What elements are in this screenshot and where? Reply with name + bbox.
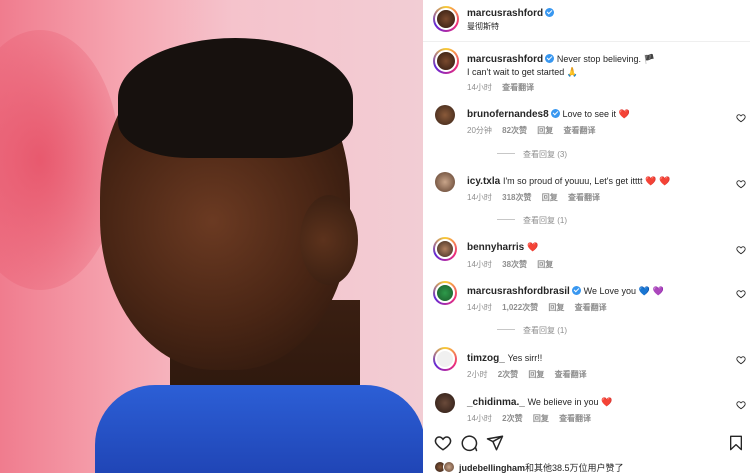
comment-likes[interactable]: 318次赞 bbox=[502, 193, 531, 202]
comment-reply-button[interactable]: 回复 bbox=[548, 303, 564, 312]
like-comment-heart-icon[interactable] bbox=[736, 179, 746, 189]
comment-avatar[interactable] bbox=[433, 347, 457, 371]
post-photo[interactable] bbox=[0, 0, 423, 473]
author-avatar[interactable] bbox=[433, 6, 459, 32]
comment-row: bennyharris ❤️ bbox=[467, 242, 538, 253]
like-comment-heart-icon[interactable] bbox=[736, 355, 746, 365]
comment-likes[interactable]: 2次赞 bbox=[502, 414, 522, 423]
comment-meta: 14小时 2次赞 回复 查看翻译 bbox=[467, 413, 599, 424]
comment-avatar[interactable] bbox=[435, 393, 455, 413]
comment-translate-link[interactable]: 查看翻译 bbox=[555, 370, 587, 379]
caption-text: Never stop believing. 🏴 bbox=[556, 54, 655, 64]
comment-username[interactable]: bennyharris bbox=[467, 242, 524, 253]
like-heart-icon[interactable] bbox=[434, 434, 452, 452]
photo-ear bbox=[300, 195, 358, 285]
comment-bubble-icon[interactable] bbox=[460, 434, 478, 452]
comment-emoji: 💙 💜 bbox=[638, 286, 664, 296]
view-replies-link[interactable]: 查看回复 (1) bbox=[497, 325, 567, 336]
view-replies-link[interactable]: 查看回复 (3) bbox=[497, 149, 567, 160]
post-location[interactable]: 曼彻斯特 bbox=[467, 21, 499, 32]
comment-avatar[interactable] bbox=[435, 105, 455, 125]
comment-reply-button[interactable]: 回复 bbox=[537, 260, 553, 269]
comment-translate-link[interactable]: 查看翻译 bbox=[575, 303, 607, 312]
comment-text: We Love you bbox=[583, 286, 636, 296]
caption-meta: 14小时 查看翻译 bbox=[467, 82, 542, 93]
comment-translate-link[interactable]: 查看翻译 bbox=[559, 414, 591, 423]
comment-likes[interactable]: 82次赞 bbox=[502, 126, 527, 135]
comment-time: 14小时 bbox=[467, 193, 492, 202]
comment-reply-button[interactable]: 回复 bbox=[542, 193, 558, 202]
comment-reply-button[interactable]: 回复 bbox=[533, 414, 549, 423]
caption-avatar[interactable] bbox=[433, 48, 459, 74]
like-comment-heart-icon[interactable] bbox=[736, 245, 746, 255]
like-comment-heart-icon[interactable] bbox=[736, 400, 746, 410]
post-side-panel: marcusrashford 曼彻斯特 marcusrashford Never… bbox=[423, 0, 750, 473]
comment-time: 14小时 bbox=[467, 414, 492, 423]
like-comment-heart-icon[interactable] bbox=[736, 289, 746, 299]
caption-row: marcusrashford Never stop believing. 🏴 bbox=[467, 54, 655, 65]
comment-time: 20分钟 bbox=[467, 126, 492, 135]
comment-meta: 20分钟 82次赞 回复 查看翻译 bbox=[467, 125, 604, 136]
comment-avatar[interactable] bbox=[433, 237, 457, 261]
comment-row: brunofernandes8 Love to see it ❤️ bbox=[467, 109, 630, 120]
post-header: marcusrashford 曼彻斯特 bbox=[423, 0, 750, 42]
comment-username[interactable]: _chidinma._ bbox=[467, 397, 525, 408]
comment-row: _chidinma._ We believe in you ❤️ bbox=[467, 397, 612, 408]
photo-shirt bbox=[95, 385, 423, 473]
comment-reply-button[interactable]: 回复 bbox=[537, 126, 553, 135]
like-comment-heart-icon[interactable] bbox=[736, 113, 746, 123]
likes-count-text: 和其他38.5万位用户赞了 bbox=[525, 463, 624, 473]
author-username[interactable]: marcusrashford bbox=[467, 8, 555, 19]
comment-username[interactable]: timzog_ bbox=[467, 353, 505, 364]
comment-emoji: ❤️ bbox=[527, 242, 539, 252]
comment-avatar[interactable] bbox=[433, 281, 457, 305]
caption-translate-link[interactable]: 查看翻译 bbox=[502, 83, 534, 92]
comment-likes[interactable]: 38次赞 bbox=[502, 260, 527, 269]
comment-time: 2小时 bbox=[467, 370, 488, 379]
view-replies-link[interactable]: 查看回复 (1) bbox=[497, 215, 567, 226]
comment-username[interactable]: icy.txla bbox=[467, 176, 500, 187]
comment-emoji: ❤️ bbox=[601, 397, 613, 407]
comment-meta: 14小时 318次赞 回复 查看翻译 bbox=[467, 192, 608, 203]
comment-time: 14小时 bbox=[467, 303, 492, 312]
comment-translate-link[interactable]: 查看翻译 bbox=[564, 126, 596, 135]
comment-username[interactable]: marcusrashfordbrasil bbox=[467, 286, 570, 297]
bookmark-icon[interactable] bbox=[728, 434, 744, 452]
comment-likes[interactable]: 1,022次赞 bbox=[502, 303, 538, 312]
comment-avatar[interactable] bbox=[435, 172, 455, 192]
comment-text: Love to see it bbox=[562, 109, 617, 119]
verified-badge-icon bbox=[545, 54, 555, 63]
comment-time: 14小时 bbox=[467, 260, 492, 269]
comment-row: marcusrashfordbrasil We Love you 💙 💜 bbox=[467, 286, 664, 297]
comment-meta: 14小时 38次赞 回复 bbox=[467, 259, 561, 270]
caption-username[interactable]: marcusrashford bbox=[467, 54, 543, 65]
comment-row: icy.txla I'm so proud of youuu, Let's ge… bbox=[467, 176, 670, 187]
verified-badge-icon bbox=[571, 286, 581, 295]
caption-time: 14小时 bbox=[467, 83, 492, 92]
comment-row: timzog_ Yes sirr!! bbox=[467, 353, 542, 364]
verified-badge-icon bbox=[545, 8, 555, 17]
comment-meta: 2小时 2次赞 回复 查看翻译 bbox=[467, 369, 595, 380]
comment-emoji: ❤️ ❤️ bbox=[645, 176, 671, 186]
comment-translate-link[interactable]: 查看翻译 bbox=[568, 193, 600, 202]
liker-avatar[interactable] bbox=[443, 461, 455, 473]
verified-badge-icon bbox=[550, 109, 560, 118]
photo-hair bbox=[118, 38, 353, 158]
comment-text: Yes sirr!! bbox=[507, 353, 543, 363]
comment-username[interactable]: brunofernandes8 bbox=[467, 109, 549, 120]
post-action-bar bbox=[423, 430, 750, 456]
liker-username[interactable]: judebellingham bbox=[459, 463, 525, 473]
likes-summary[interactable]: judebellingham和其他38.5万位用户赞了 bbox=[459, 461, 624, 473]
share-paper-plane-icon[interactable] bbox=[486, 434, 504, 452]
comment-text: I'm so proud of youuu, Let's get itttt bbox=[502, 176, 643, 186]
comment-reply-button[interactable]: 回复 bbox=[528, 370, 544, 379]
comment-emoji: ❤️ bbox=[618, 109, 631, 119]
comment-meta: 14小时 1,022次赞 回复 查看翻译 bbox=[467, 302, 615, 313]
comment-text: We believe in you bbox=[527, 397, 599, 407]
caption-text-line2: I can't wait to get started 🙏 bbox=[467, 67, 578, 77]
comment-likes[interactable]: 2次赞 bbox=[498, 370, 518, 379]
